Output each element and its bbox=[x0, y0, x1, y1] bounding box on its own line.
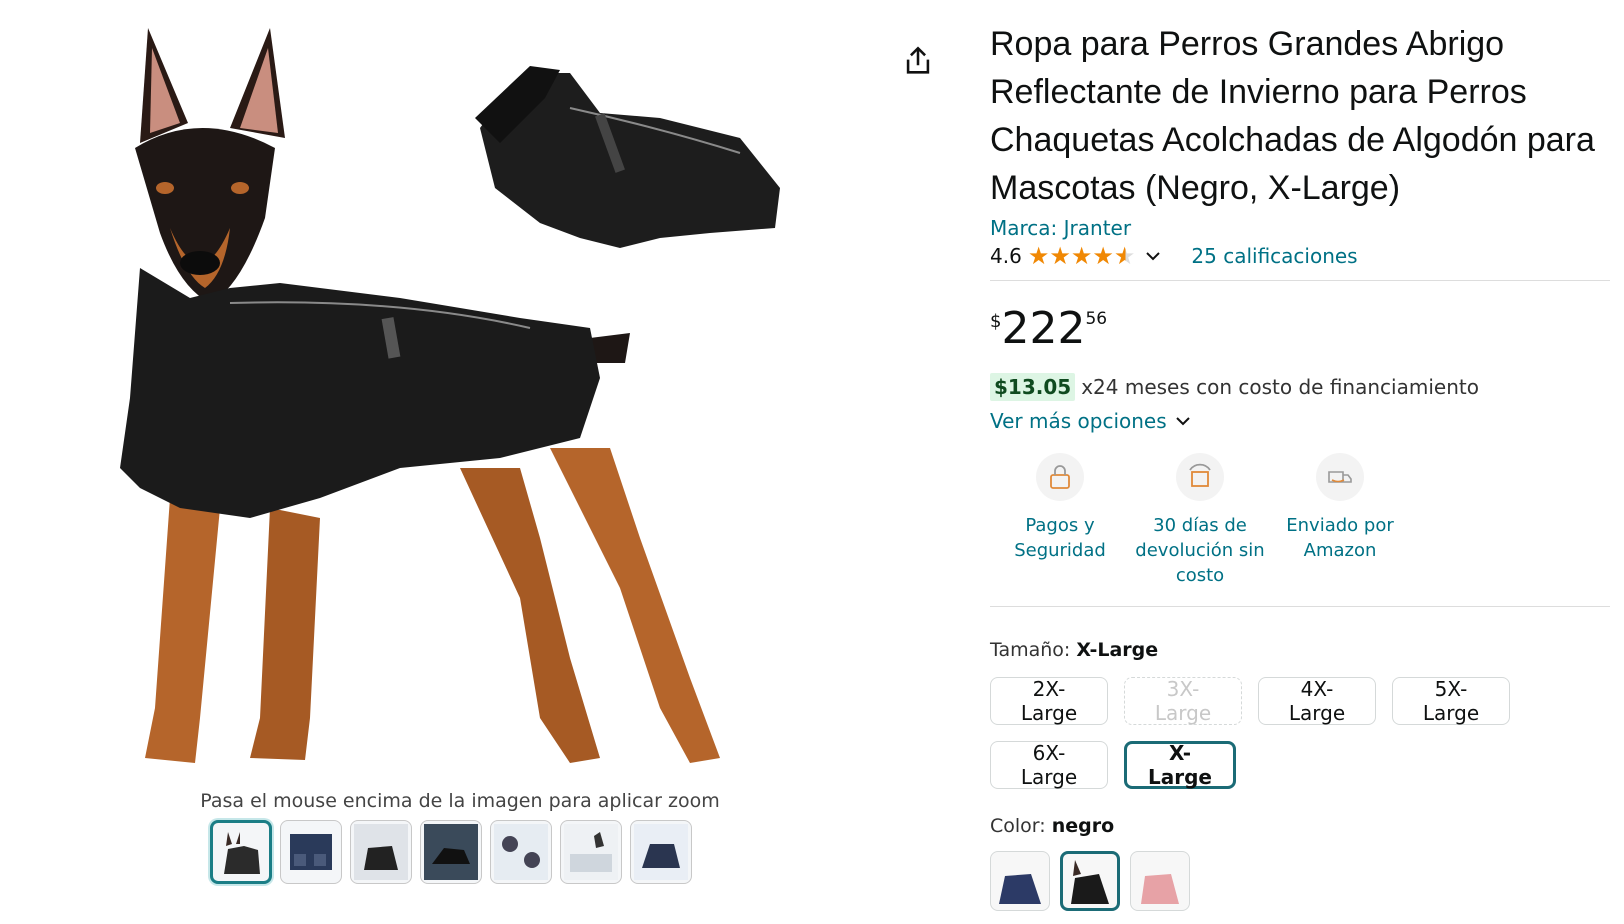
size-label-text: Tamaño: bbox=[990, 639, 1071, 661]
size-label: Tamaño: X-Large bbox=[990, 639, 1610, 661]
feature-label: Enviado por Amazon bbox=[1286, 515, 1394, 561]
jacket-image bbox=[475, 66, 780, 248]
feature-returns[interactable]: 30 días de devolución sin costo bbox=[1130, 453, 1270, 588]
size-options: 2X-Large 3X-Large 4X-Large 5X-Large 6X-L… bbox=[990, 677, 1550, 789]
zoom-hint-text: Pasa el mouse encima de la imagen para a… bbox=[200, 790, 720, 812]
chevron-down-icon[interactable] bbox=[1145, 248, 1161, 264]
color-swatches bbox=[990, 851, 1610, 911]
more-options-label: Ver más opciones bbox=[990, 409, 1167, 433]
thumbnail-1[interactable] bbox=[210, 820, 272, 884]
return-box-icon bbox=[1176, 453, 1224, 501]
color-label-text: Color: bbox=[990, 815, 1046, 837]
star-icon: ★ bbox=[1049, 242, 1071, 270]
price: $ 222 56 bbox=[990, 307, 1610, 351]
product-info: Ropa para Perros Grandes Abrigo Reflecta… bbox=[990, 20, 1610, 911]
size-option-3xl[interactable]: 3X-Large bbox=[1124, 677, 1242, 725]
rating-value: 4.6 bbox=[990, 244, 1022, 268]
size-option-5xl[interactable]: 5X-Large bbox=[1392, 677, 1510, 725]
color-label: Color: negro bbox=[990, 815, 1610, 837]
delivery-truck-icon bbox=[1316, 453, 1364, 501]
color-selected-value: negro bbox=[1051, 815, 1115, 837]
feature-shipped-by-amazon[interactable]: Enviado por Amazon bbox=[1270, 453, 1410, 588]
star-icon: ★ bbox=[1092, 242, 1114, 270]
feature-payment-security[interactable]: Pagos y Seguridad bbox=[990, 453, 1130, 588]
thumbnail-2[interactable] bbox=[280, 820, 342, 884]
price-fraction: 56 bbox=[1085, 309, 1108, 329]
size-option-2xl[interactable]: 2X-Large bbox=[990, 677, 1108, 725]
star-icon: ★ bbox=[1027, 242, 1050, 270]
size-selected-value: X-Large bbox=[1076, 639, 1159, 661]
color-swatch-pink[interactable] bbox=[1130, 851, 1190, 911]
divider bbox=[990, 606, 1610, 607]
thumbnail-7[interactable] bbox=[630, 820, 692, 884]
financing-text: x24 meses con costo de financiamiento bbox=[1081, 375, 1479, 399]
more-options-link[interactable]: Ver más opciones bbox=[990, 409, 1610, 433]
feature-label: 30 días de devolución sin costo bbox=[1135, 515, 1265, 586]
size-option-4xl[interactable]: 4X-Large bbox=[1258, 677, 1376, 725]
financing-amount: $13.05 bbox=[990, 373, 1076, 401]
lock-card-icon bbox=[1036, 453, 1084, 501]
price-whole: 222 bbox=[1001, 303, 1086, 354]
thumbnail-3[interactable] bbox=[350, 820, 412, 884]
star-icon: ★ bbox=[1070, 242, 1093, 270]
financing-info: $13.05 x24 meses con costo de financiami… bbox=[990, 373, 1610, 401]
color-swatch-black[interactable] bbox=[1060, 851, 1120, 911]
main-product-image[interactable] bbox=[100, 18, 820, 788]
divider bbox=[990, 280, 1610, 281]
ratings-count-link[interactable]: 25 calificaciones bbox=[1191, 244, 1357, 268]
share-icon[interactable] bbox=[901, 44, 935, 78]
brand-link[interactable]: Marca: Jranter bbox=[990, 216, 1610, 240]
half-star-icon: ★ bbox=[1113, 242, 1136, 270]
size-option-xl[interactable]: X-Large bbox=[1124, 741, 1236, 789]
feature-label: Pagos y Seguridad bbox=[1014, 515, 1106, 561]
rating-row: 4.6 ★ ★ ★ ★ ★ 25 calificaciones bbox=[990, 244, 1610, 268]
thumbnail-strip bbox=[210, 820, 692, 884]
color-swatch-navy[interactable] bbox=[990, 851, 1050, 911]
chevron-down-icon bbox=[1175, 417, 1190, 426]
features-row: Pagos y Seguridad 30 días de devolución … bbox=[990, 453, 1610, 588]
thumbnail-6[interactable] bbox=[560, 820, 622, 884]
star-rating[interactable]: ★ ★ ★ ★ ★ bbox=[1028, 244, 1136, 268]
size-option-6xl[interactable]: 6X-Large bbox=[990, 741, 1108, 789]
thumbnail-4[interactable] bbox=[420, 820, 482, 884]
product-title: Ropa para Perros Grandes Abrigo Reflecta… bbox=[990, 25, 1595, 207]
price-symbol: $ bbox=[990, 311, 1002, 332]
thumbnail-5[interactable] bbox=[490, 820, 552, 884]
